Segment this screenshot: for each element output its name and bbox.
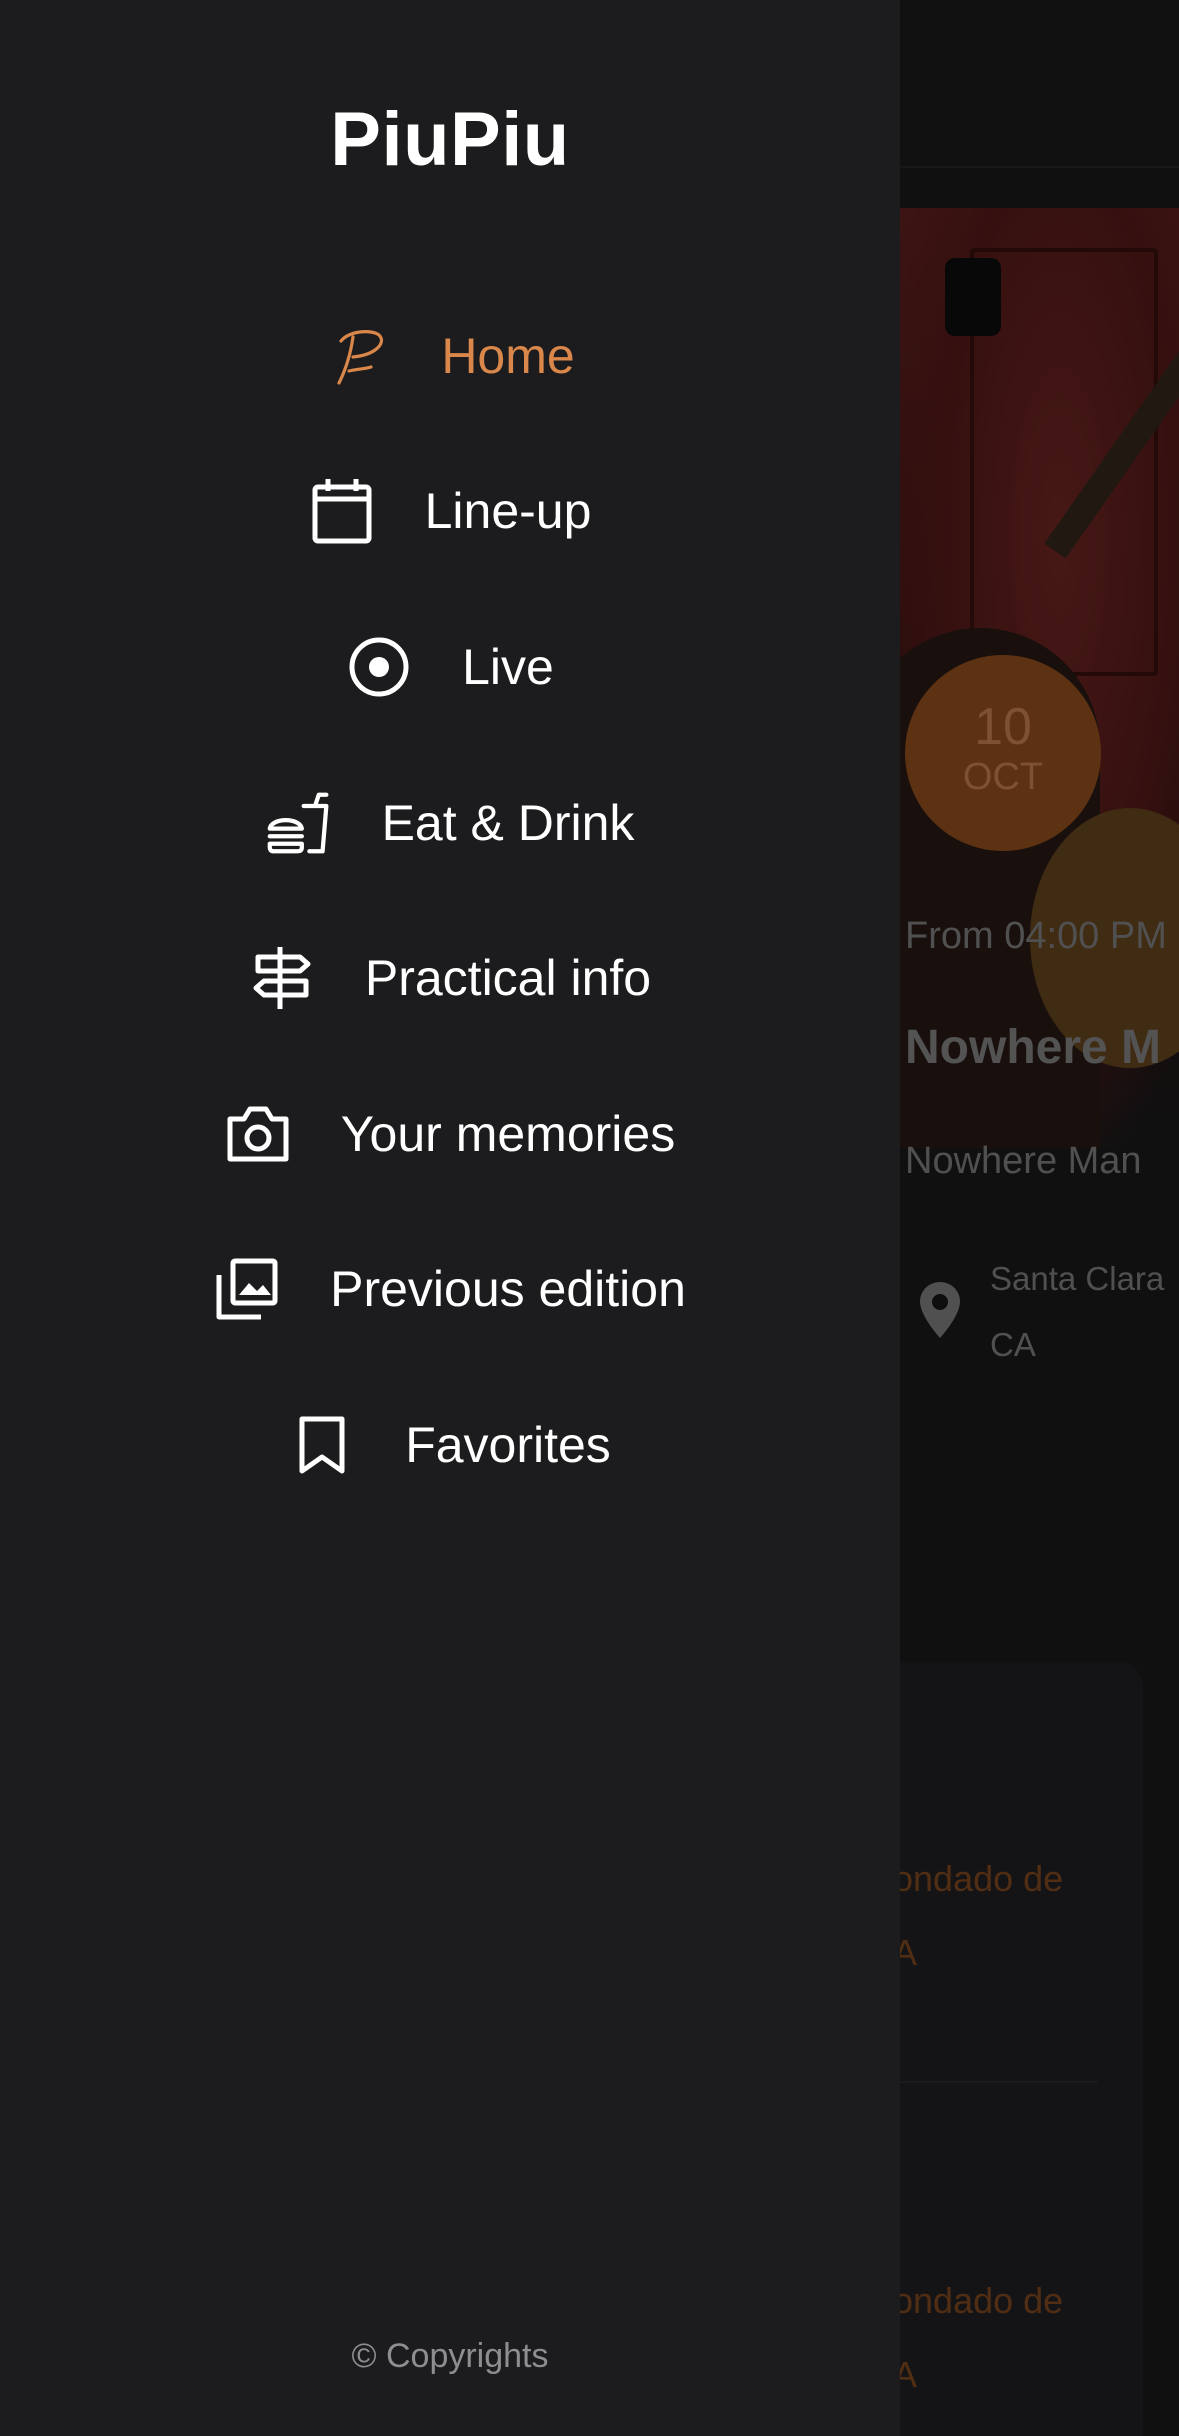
drawer-item-home[interactable]: Home [0, 301, 900, 411]
bookmark-icon [289, 1412, 355, 1478]
drawer-item-label: Favorites [405, 1417, 611, 1473]
photo-library-icon [214, 1256, 280, 1322]
drawer-item-label: Eat & Drink [381, 795, 635, 851]
drawer-item-label: Practical info [364, 950, 652, 1006]
drawer-item-live[interactable]: Live [0, 612, 900, 722]
drawer-item-label: Your memories [340, 1106, 676, 1162]
drawer-item-your-memories[interactable]: Your memories [0, 1079, 900, 1189]
copyright-text: © Copyrights [351, 2337, 549, 2375]
fastfood-icon [266, 790, 332, 856]
drawer-item-line-up[interactable]: Line-up [0, 456, 900, 566]
calendar-icon [309, 478, 375, 544]
signpost-icon [249, 945, 315, 1011]
live-record-icon [346, 634, 412, 700]
drawer-item-favorites[interactable]: Favorites [0, 1390, 900, 1500]
drawer-item-label: Previous edition [330, 1261, 686, 1317]
piupiu-logo-icon [325, 323, 391, 389]
navigation-drawer: PiuPiu Home Line-up Live Eat & Drink Pra… [0, 0, 900, 2436]
drawer-item-practical-info[interactable]: Practical info [0, 923, 900, 1033]
app-screen: 10 OCT From 04:00 PM Nowhere M Nowhere M… [0, 0, 1179, 2436]
drawer-item-label: Live [462, 639, 554, 695]
drawer-item-previous-edition[interactable]: Previous edition [0, 1234, 900, 1344]
drawer-item-label: Line-up [424, 483, 592, 539]
drawer-item-label: Home [441, 328, 575, 384]
camera-icon [225, 1101, 291, 1167]
app-brand-title: PiuPiu [330, 97, 570, 182]
drawer-item-eat-drink[interactable]: Eat & Drink [0, 768, 900, 878]
